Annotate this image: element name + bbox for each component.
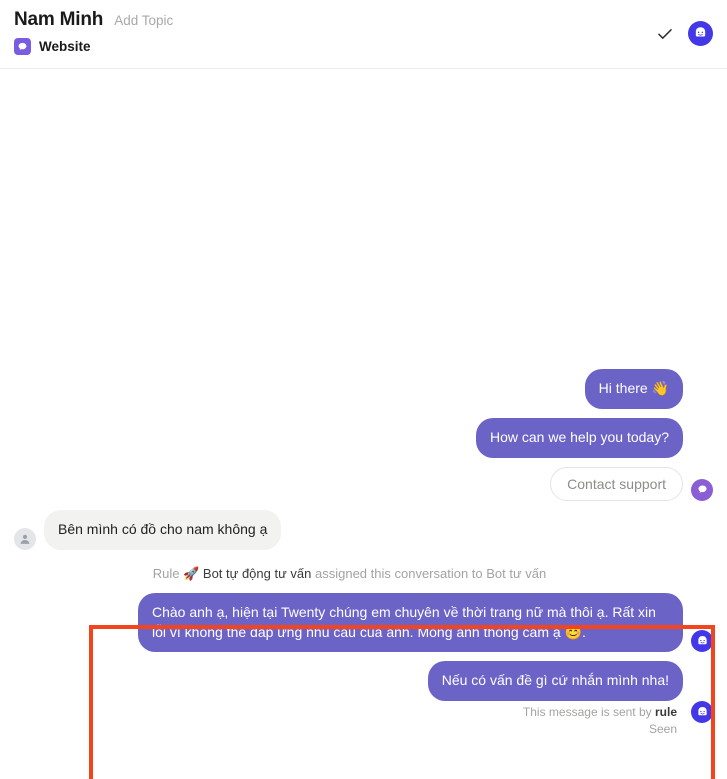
user-message-bubble: Bên mình có đồ cho nam không ạ	[44, 509, 282, 550]
bot-avatar-icon	[691, 630, 713, 653]
bot-avatar-icon[interactable]	[688, 21, 713, 46]
message-row: Chào anh ạ, hiện tại Twenty chúng em chu…	[14, 592, 713, 653]
rule-note-prefix: Rule	[152, 565, 184, 581]
message-row: Nếu có vấn đề gì cứ nhắn mình nha!	[14, 661, 713, 724]
check-icon[interactable]	[656, 25, 674, 43]
message-list[interactable]: Hi there 👋 How can we help you today? Co…	[0, 69, 727, 779]
rule-note-suffix: assigned this conversation to Bot tư vấn	[311, 565, 547, 581]
message-row: Contact support	[14, 466, 713, 501]
page-title: Nam Minh	[14, 9, 104, 30]
message-row: Bên mình có đồ cho nam không ạ	[14, 509, 713, 550]
speech-bubble-icon	[14, 38, 31, 55]
agent-message-bubble: Hi there 👋	[584, 369, 683, 409]
user-placeholder-avatar-icon	[14, 527, 36, 550]
channel-label: Website	[39, 39, 91, 54]
contact-support-button[interactable]: Contact support	[550, 466, 683, 501]
agent-message-bubble: Chào anh ạ, hiện tại Twenty chúng em chu…	[138, 592, 683, 653]
seen-status: Seen	[648, 722, 677, 737]
agent-message-bubble: How can we help you today?	[476, 417, 683, 458]
header-actions	[656, 21, 713, 46]
top-spacer	[14, 69, 713, 369]
channel-row: Website	[14, 38, 713, 55]
bot-avatar-icon	[691, 701, 713, 724]
agent-message-bubble: Nếu có vấn đề gì cứ nhắn mình nha!	[427, 661, 683, 702]
rule-assignment-note: Rule 🚀 Bot tự động tư vấn assigned this …	[14, 566, 713, 582]
sent-by-source: rule	[654, 705, 677, 720]
conversation-app: Nam Minh Add Topic Website Hi there 👋 Ho…	[0, 0, 727, 779]
message-row: Hi there 👋	[14, 369, 713, 409]
message-row: How can we help you today?	[14, 417, 713, 458]
add-topic-button[interactable]: Add Topic	[114, 13, 173, 28]
message-source-label: This message is sent by rule	[14, 705, 713, 719]
widget-avatar-icon	[691, 478, 713, 501]
rule-note-name: 🚀 Bot tự động tư vấn	[183, 565, 312, 581]
conversation-header: Nam Minh Add Topic Website	[0, 0, 727, 69]
sent-by-text: This message is sent by	[522, 705, 655, 720]
header-title-row: Nam Minh Add Topic	[14, 9, 713, 31]
